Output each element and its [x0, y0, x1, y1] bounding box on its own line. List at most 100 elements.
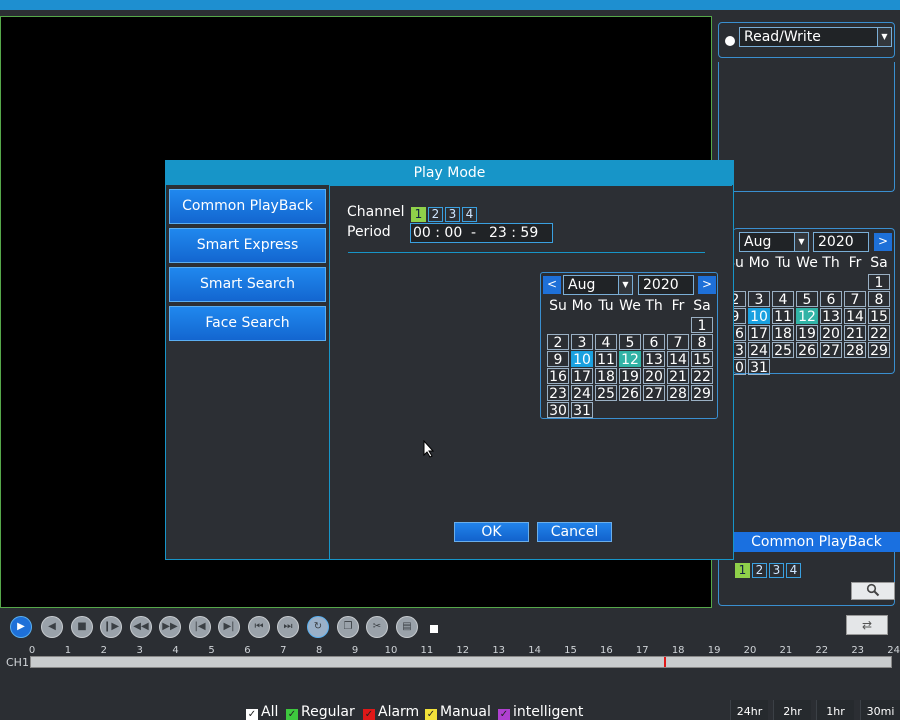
slow-icon[interactable]: ◀◀ — [130, 616, 152, 638]
calendar-day[interactable]: 1 — [868, 274, 890, 291]
channel-4-toggle[interactable]: 4 — [786, 563, 801, 578]
loop-icon[interactable]: ↻ — [307, 616, 329, 638]
calendar-day[interactable]: 22 — [691, 368, 713, 385]
search-button[interactable] — [851, 582, 895, 600]
calendar-day[interactable]: 31 — [571, 402, 593, 419]
calendar-day[interactable]: 4 — [595, 334, 617, 351]
calendar-day[interactable]: 5 — [796, 291, 818, 308]
previous-frame-icon[interactable]: |◀ — [189, 616, 211, 638]
channel-3-toggle[interactable]: 3 — [769, 563, 784, 578]
calendar-day[interactable]: 21 — [667, 368, 689, 385]
calendar-day[interactable]: 28 — [667, 385, 689, 402]
calendar-day[interactable]: 31 — [748, 359, 770, 376]
calendar-day[interactable]: 20 — [820, 325, 842, 342]
legend-intelligent[interactable]: ✓ intelligent — [498, 704, 583, 720]
clip-icon[interactable]: ✂ — [366, 616, 388, 638]
calendar-day[interactable]: 16 — [547, 368, 569, 385]
stop-icon[interactable]: ■ — [71, 616, 93, 638]
legend-regular[interactable]: ✓ Regular — [286, 704, 355, 720]
calendar-day[interactable]: 25 — [772, 342, 794, 359]
checkbox-icon[interactable]: ✓ — [363, 709, 375, 720]
legend-manual[interactable]: ✓ Manual — [425, 704, 491, 720]
calendar-day[interactable]: 10 — [748, 308, 770, 325]
right-mode-label[interactable]: Common PlayBack — [733, 532, 900, 552]
channel-1-toggle[interactable]: 1 — [411, 207, 426, 222]
calendar-day[interactable]: 19 — [796, 325, 818, 342]
calendar-day[interactable]: 22 — [868, 325, 890, 342]
calendar-day[interactable]: 4 — [772, 291, 794, 308]
calendar-day[interactable]: 14 — [844, 308, 866, 325]
channel-2-toggle[interactable]: 2 — [428, 207, 443, 222]
mode-smart-express[interactable]: Smart Express — [169, 228, 326, 263]
next-file-icon[interactable]: ⏭ — [277, 616, 299, 638]
next-frame-icon[interactable]: ▶| — [218, 616, 240, 638]
calendar-day[interactable]: 8 — [691, 334, 713, 351]
cancel-button[interactable]: Cancel — [537, 522, 612, 542]
calendar-day[interactable]: 18 — [595, 368, 617, 385]
zoom-24hr[interactable]: 24hr — [730, 700, 768, 720]
calendar-day[interactable]: 20 — [643, 368, 665, 385]
calendar-day[interactable]: 6 — [820, 291, 842, 308]
calendar-day[interactable]: 12 — [796, 308, 818, 325]
calendar-day[interactable]: 24 — [748, 342, 770, 359]
calendar-day[interactable]: 3 — [748, 291, 770, 308]
calendar-day[interactable]: 13 — [643, 351, 665, 368]
calendar-day[interactable]: 28 — [844, 342, 866, 359]
calendar-day[interactable]: 1 — [691, 317, 713, 334]
pause-play-icon[interactable]: ❙▶ — [100, 616, 122, 638]
calendar-day[interactable]: 7 — [667, 334, 689, 351]
radio-icon[interactable] — [725, 36, 735, 46]
channel-1-toggle[interactable]: 1 — [735, 563, 750, 578]
calendar-day[interactable]: 26 — [619, 385, 641, 402]
channel-4-toggle[interactable]: 4 — [462, 207, 477, 222]
calendar-day[interactable]: 27 — [820, 342, 842, 359]
calendar-day[interactable]: 24 — [571, 385, 593, 402]
fullscreen-icon[interactable]: ❐ — [337, 616, 359, 638]
calendar-day[interactable]: 11 — [595, 351, 617, 368]
calendar-day[interactable]: 23 — [547, 385, 569, 402]
period-start[interactable]: 00 : 00 — [413, 224, 462, 242]
calendar-day[interactable]: 17 — [748, 325, 770, 342]
previous-file-icon[interactable]: ⏮ — [248, 616, 270, 638]
calendar-day[interactable]: 6 — [643, 334, 665, 351]
period-input[interactable]: 00 : 00 - 23 : 59 — [410, 223, 553, 243]
calendar-day[interactable]: 2 — [547, 334, 569, 351]
play-icon[interactable]: ▶ — [10, 616, 32, 638]
right-next-month-button[interactable]: > — [874, 233, 892, 251]
next-month-button[interactable]: > — [698, 276, 716, 294]
prev-month-button[interactable]: < — [543, 276, 561, 294]
channel-2-toggle[interactable]: 2 — [752, 563, 767, 578]
calendar-day[interactable]: 11 — [772, 308, 794, 325]
calendar-day[interactable]: 12 — [619, 351, 641, 368]
mode-smart-search[interactable]: Smart Search — [169, 267, 326, 302]
year-input[interactable]: 2020 — [638, 275, 694, 295]
calendar-day[interactable]: 13 — [820, 308, 842, 325]
calendar-day[interactable]: 30 — [547, 402, 569, 419]
channel-3-toggle[interactable]: 3 — [445, 207, 460, 222]
calendar-day[interactable]: 17 — [571, 368, 593, 385]
zoom-1hr[interactable]: 1hr — [816, 700, 854, 720]
calendar-day[interactable]: 10 — [571, 351, 593, 368]
zoom-2hr[interactable]: 2hr — [773, 700, 811, 720]
period-end[interactable]: 23 : 59 — [489, 224, 538, 242]
calendar-day[interactable]: 29 — [868, 342, 890, 359]
calendar-day[interactable]: 25 — [595, 385, 617, 402]
right-month-select[interactable]: Aug ▼ — [739, 232, 809, 252]
calendar-day[interactable]: 21 — [844, 325, 866, 342]
calendar-day[interactable]: 7 — [844, 291, 866, 308]
backup-icon[interactable]: ▤ — [396, 616, 418, 638]
time-cursor[interactable] — [664, 657, 666, 667]
timeline-track[interactable] — [30, 656, 892, 668]
calendar-day[interactable]: 5 — [619, 334, 641, 351]
calendar-day[interactable]: 27 — [643, 385, 665, 402]
calendar-day[interactable]: 14 — [667, 351, 689, 368]
ok-button[interactable]: OK — [454, 522, 529, 542]
reverse-play-icon[interactable]: ◀ — [41, 616, 63, 638]
calendar-day[interactable]: 19 — [619, 368, 641, 385]
checkbox-icon[interactable]: ✓ — [286, 709, 298, 720]
sync-button[interactable]: ⇄ — [846, 615, 888, 635]
zoom-30mi[interactable]: 30mi — [860, 700, 900, 720]
month-select[interactable]: Aug ▼ — [563, 275, 633, 295]
right-year-input[interactable]: 2020 — [813, 232, 869, 252]
legend-all[interactable]: ✓ All — [246, 704, 278, 720]
